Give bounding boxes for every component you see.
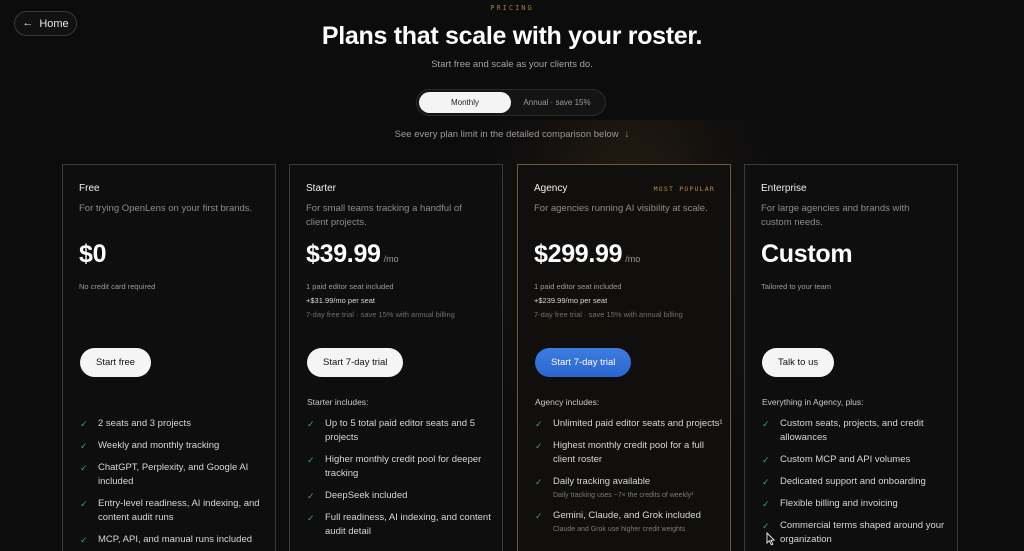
plan-price-row: $299.99 /mo: [534, 240, 714, 274]
feature-item: ✓ ChatGPT, Perplexity, and Google AI incl…: [80, 462, 249, 487]
arrow-down-icon: ↓: [624, 129, 630, 140]
plan-period: /mo: [383, 254, 399, 264]
feature-item: ✓ Gemini, Claude, and Grok included Claude…: [535, 510, 701, 533]
talk-to-us-button[interactable]: Talk to us: [762, 348, 835, 377]
plan-note: 1 paid editor seat included: [534, 282, 622, 291]
check-icon: ✓: [307, 419, 315, 429]
feature-item: ✓ Custom seats, projects, and credit allo…: [762, 418, 924, 443]
includes-heading: Agency includes:: [535, 397, 600, 407]
feature-item: ✓ Unlimited paid editor seats and project…: [535, 418, 723, 429]
check-icon: ✓: [80, 441, 88, 451]
plan-seat-price: +$31.99/mo per seat: [306, 296, 376, 305]
check-icon: ✓: [307, 491, 315, 501]
feature-item: ✓ Commercial terms shaped around your org…: [762, 520, 945, 545]
page-subtitle: Start free and scale as your clients do.: [431, 59, 593, 70]
feature-item: ✓ DeepSeek included: [307, 490, 408, 501]
comparison-link[interactable]: See every plan limit in the detailed com…: [0, 129, 1024, 140]
plan-note: No credit card required: [79, 282, 156, 291]
start-free-button[interactable]: Start free: [80, 348, 152, 377]
plan-seat-price: +$239.99/mo per seat: [534, 296, 608, 305]
check-icon: ✓: [762, 477, 770, 487]
toggle-annual[interactable]: Annual · save 15%: [511, 92, 603, 113]
plan-card-enterprise: Enterprise For large agencies and brands…: [744, 164, 958, 551]
billing-toggle: Monthly Annual · save 15%: [416, 89, 606, 116]
plan-description: For trying OpenLens on your first brands…: [79, 203, 253, 214]
check-icon: ✓: [762, 419, 770, 429]
plan-card-agency: MOST POPULAR Agency For agencies running…: [517, 164, 731, 551]
plan-price-row: $0: [79, 240, 259, 274]
most-popular-badge: MOST POPULAR: [653, 185, 715, 193]
feature-item: ✓ Up to 5 total paid editor seats and 5 p…: [307, 418, 475, 443]
pricing-eyebrow: PRICING: [490, 4, 534, 12]
feature-item: ✓ 2 seats and 3 projects: [80, 418, 191, 429]
feature-list: ✓ Custom seats, projects, and credit allo…: [762, 417, 952, 551]
feature-item: ✓ Full readiness, AI indexing, and conten…: [307, 512, 491, 537]
check-icon: ✓: [307, 455, 315, 465]
feature-item: ✓ Weekly and monthly tracking: [80, 440, 220, 451]
feature-footnote: Claude and Grok use higher credit weight…: [553, 526, 686, 533]
check-icon: ✓: [80, 535, 88, 545]
plan-description: For small teams tracking a handful of cl…: [306, 203, 462, 228]
plan-price-row: $39.99 /mo: [306, 240, 486, 274]
check-icon: ✓: [535, 477, 543, 487]
feature-item: ✓ Custom MCP and API volumes: [762, 454, 911, 465]
feature-item: ✓ Entry-level readiness, AI indexing, and…: [80, 498, 260, 523]
toggle-monthly[interactable]: Monthly: [419, 92, 511, 113]
plan-price-row: Custom: [761, 240, 941, 274]
plan-note: Tailored to your team: [761, 282, 832, 291]
plan-description: For large agencies and brands with custo…: [761, 203, 910, 228]
start-trial-button[interactable]: Start 7-day trial: [535, 348, 632, 377]
plan-name: Starter: [306, 183, 337, 194]
plan-name: Free: [79, 183, 100, 194]
feature-list: ✓ Unlimited paid editor seats and project…: [535, 417, 725, 543]
check-icon: ✓: [762, 499, 770, 509]
feature-item: ✓ Higher monthly credit pool for deeper t…: [307, 454, 482, 479]
plan-price: Custom: [761, 240, 853, 268]
check-icon: ✓: [80, 463, 88, 473]
plan-card-starter: Starter For small teams tracking a handf…: [289, 164, 503, 551]
plan-name: Enterprise: [761, 183, 807, 194]
feature-item: ✓ Daily tracking available Daily tracking …: [535, 476, 694, 499]
plan-trial-note: 7-day free trial · save 15% with annual …: [534, 310, 683, 319]
check-icon: ✓: [80, 499, 88, 509]
check-icon: ✓: [307, 513, 315, 523]
check-icon: ✓: [80, 419, 88, 429]
plan-price: $0: [79, 240, 107, 268]
start-trial-button[interactable]: Start 7-day trial: [307, 348, 404, 377]
check-icon: ✓: [535, 511, 543, 521]
feature-item: ✓ Flexible billing and invoicing: [762, 498, 898, 509]
includes-heading: Everything in Agency, plus:: [762, 397, 864, 407]
mouse-pointer-icon: [766, 532, 775, 546]
feature-list: ✓ 2 seats and 3 projects ✓ Weekly and mont…: [80, 417, 270, 551]
feature-item: ✓ Dedicated support and onboarding: [762, 476, 926, 487]
check-icon: ✓: [535, 419, 543, 429]
check-icon: ✓: [762, 455, 770, 465]
comparison-link-label: See every plan limit in the detailed com…: [394, 129, 619, 140]
feature-list: ✓ Up to 5 total paid editor seats and 5 p…: [307, 417, 497, 547]
plan-card-free: Free For trying OpenLens on your first b…: [62, 164, 276, 551]
plan-trial-note: 7-day free trial · save 15% with annual …: [306, 310, 455, 319]
plan-note: 1 paid editor seat included: [306, 282, 394, 291]
plan-price: $299.99: [534, 240, 623, 268]
feature-item: ✓ MCP, API, and manual runs included: [80, 534, 253, 545]
includes-heading: Starter includes:: [307, 397, 369, 407]
plan-description: For agencies running AI visibility at sc…: [534, 203, 708, 214]
plan-period: /mo: [625, 254, 641, 264]
check-icon: ✓: [535, 441, 543, 451]
plan-price: $39.99: [306, 240, 381, 268]
feature-item: ✓ Highest monthly credit pool for a full …: [535, 440, 705, 465]
page-title: Plans that scale with your roster.: [321, 22, 703, 50]
feature-footnote: Daily tracking uses ~7× the credits of w…: [553, 492, 694, 499]
